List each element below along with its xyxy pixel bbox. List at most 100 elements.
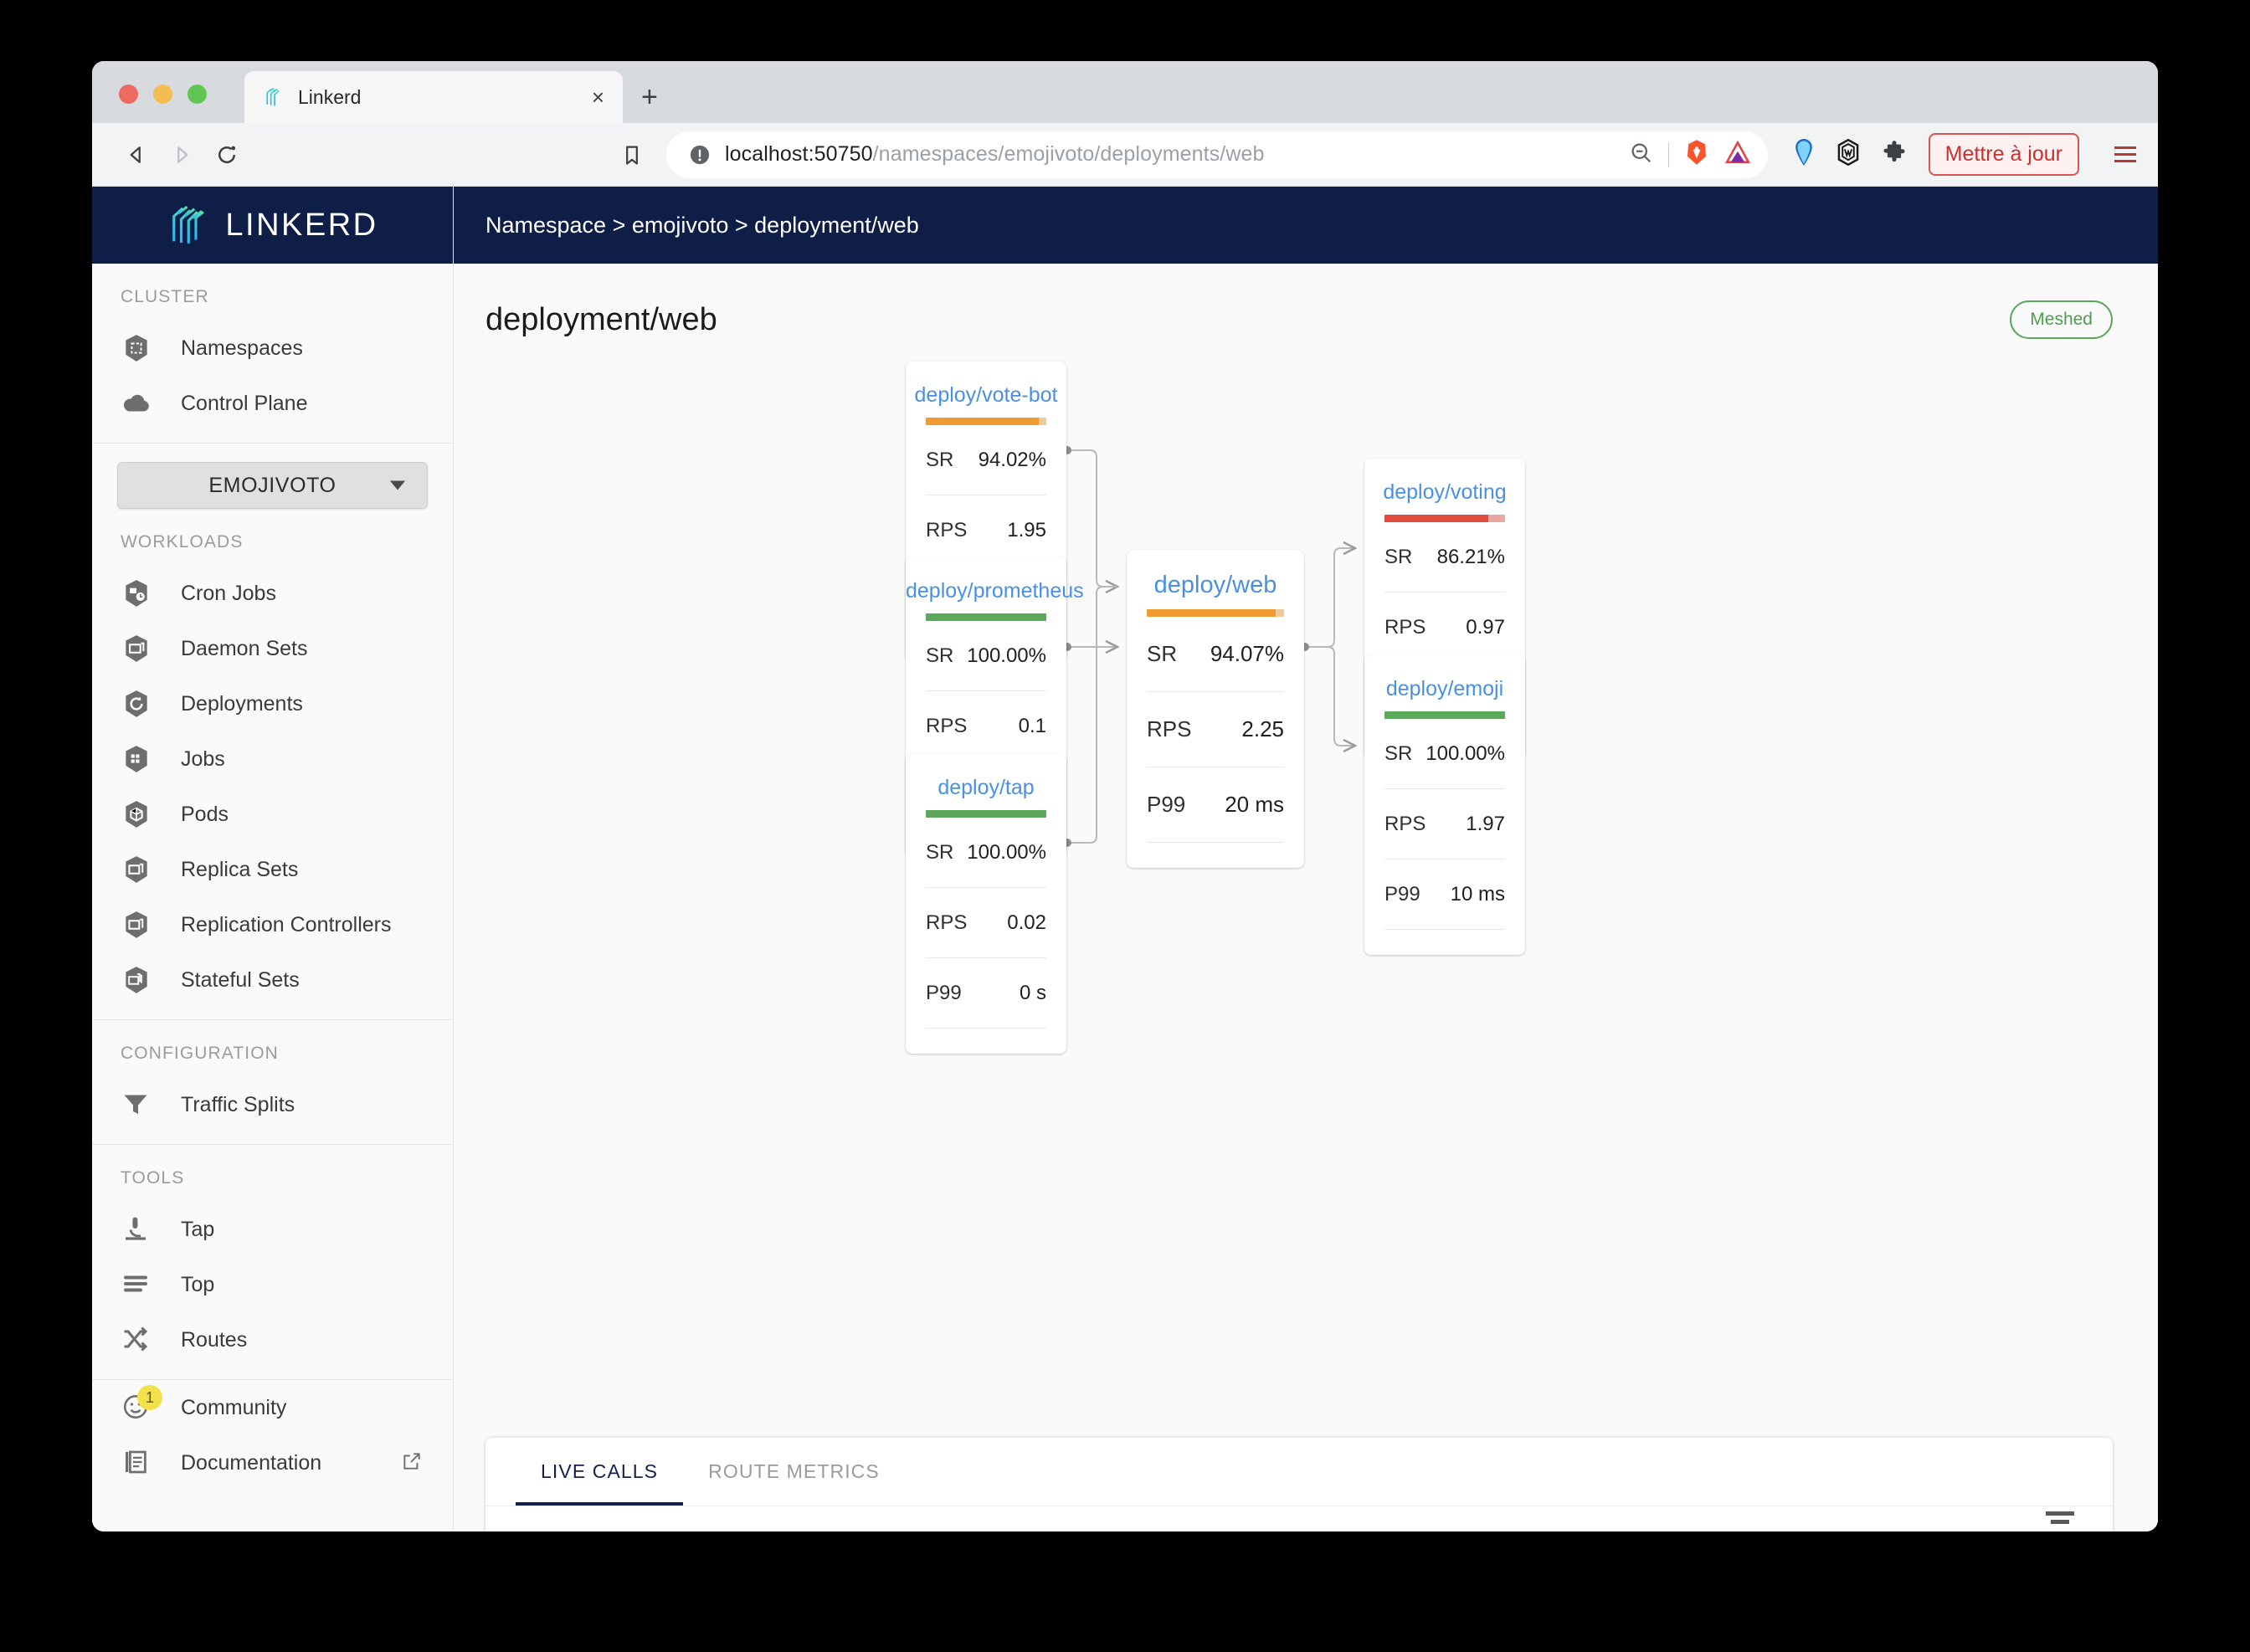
page-title: deployment/web (485, 301, 717, 337)
sidebar-item-community[interactable]: 1 Community (92, 1380, 453, 1435)
graph-node-web[interactable]: deploy/web SR 94.07% RPS 2.25 P99 20 ms (1127, 550, 1304, 868)
forward-icon[interactable] (159, 132, 204, 177)
metric-row: SR 100.00% (1384, 719, 1505, 789)
sidebar-item-documentation[interactable]: Documentation (92, 1435, 453, 1490)
info-circle-icon[interactable] (688, 143, 711, 167)
metric-label: RPS (926, 911, 968, 934)
metric-label: SR (926, 644, 954, 667)
graph-node-title[interactable]: deploy/voting (1364, 475, 1525, 515)
top-bar: Namespace > emojivoto > deployment/web (454, 187, 2158, 264)
sidebar-item-control-plane[interactable]: Control Plane (92, 376, 453, 431)
main-content: Namespace > emojivoto > deployment/web d… (454, 187, 2158, 1531)
success-rate-bar (1384, 515, 1505, 522)
minimize-window-button[interactable] (153, 85, 172, 104)
sidebar-item-label: Top (181, 1272, 215, 1296)
close-window-button[interactable] (119, 85, 138, 104)
sidebar-item-label: Control Plane (181, 391, 308, 415)
metric-value: 100.00% (967, 840, 1046, 864)
filter-list-icon[interactable] (2046, 1511, 2074, 1524)
metric-value: 1.95 (1007, 518, 1046, 541)
bottom-panel: LIVE CALLS ROUTE METRICS (485, 1438, 2113, 1531)
sidebar-item-label: Deployments (181, 691, 303, 716)
sidebar-item-tap[interactable]: Tap (92, 1202, 453, 1257)
graph-node-metrics: SR 100.00% RPS 1.97 P99 10 ms (1364, 719, 1525, 930)
metric-row: SR 94.07% (1147, 617, 1284, 692)
wallet-icon[interactable] (1836, 138, 1860, 170)
sidebar-brand-label: LINKERD (225, 207, 378, 243)
brave-rewards-icon[interactable] (1724, 140, 1751, 168)
sidebar-item-jobs[interactable]: Jobs (92, 731, 453, 787)
success-rate-bar (926, 613, 1046, 621)
metric-value: 10 ms (1450, 882, 1505, 906)
browser-tab-strip: Linkerd × + (92, 61, 2158, 123)
metric-label: RPS (1147, 716, 1192, 741)
sidebar-item-traffic-splits[interactable]: Traffic Splits (92, 1077, 453, 1132)
sidebar-section-workloads: WORKLOADS (121, 532, 244, 552)
sidebar-item-cron-jobs[interactable]: Cron Jobs (92, 566, 453, 621)
pod-icon (121, 798, 152, 830)
topology-graph: deploy/vote-botSR94.02%RPS1.95P9929 msde… (454, 339, 2158, 1531)
chevron-down-icon (390, 480, 405, 490)
namespace-select[interactable]: EMOJIVOTO (117, 462, 428, 509)
maximize-window-button[interactable] (188, 85, 207, 104)
browser-tab[interactable]: Linkerd × (244, 71, 623, 123)
sidebar-item-deployments[interactable]: Deployments (92, 676, 453, 731)
window-traffic-lights (119, 85, 207, 104)
metric-value: 0.02 (1007, 911, 1046, 934)
linkerd-logo-icon (167, 202, 213, 249)
metric-label: P99 (926, 981, 962, 1004)
url-text: localhost:50750/namespaces/emojivoto/dep… (725, 142, 1615, 167)
graph-node-metrics: SR 94.07% RPS 2.25 P99 20 ms (1127, 617, 1304, 843)
zoom-out-icon[interactable] (1628, 140, 1653, 169)
success-rate-bar (1147, 609, 1284, 617)
sidebar-item-daemon-sets[interactable]: Daemon Sets (92, 621, 453, 676)
sidebar-brand[interactable]: LINKERD (92, 187, 453, 264)
back-icon[interactable] (114, 132, 159, 177)
tab-route-metrics[interactable]: ROUTE METRICS (683, 1438, 905, 1506)
community-badge: 1 (137, 1385, 162, 1410)
graph-node-footer (906, 1029, 1066, 1054)
sidebar-item-routes[interactable]: Routes (92, 1312, 453, 1367)
brave-lion-icon[interactable] (1684, 139, 1709, 170)
sidebar-item-label: Routes (181, 1327, 248, 1352)
metric-value: 100.00% (967, 644, 1046, 667)
graph-node-title[interactable]: deploy/prometheus (906, 574, 1084, 613)
bookmark-icon[interactable] (609, 132, 655, 177)
cronjob-icon (121, 577, 152, 609)
sidebar-item-replication-controllers[interactable]: Replication Controllers (92, 897, 453, 952)
sidebar-section-tools: TOOLS (121, 1168, 185, 1188)
graph-node-title[interactable]: deploy/tap (906, 771, 1066, 810)
sidebar: LINKERD CLUSTER Namespaces Control Plane… (92, 187, 454, 1531)
metric-label: SR (926, 840, 954, 864)
breadcrumb[interactable]: Namespace > emojivoto > deployment/web (485, 213, 919, 239)
address-bar[interactable]: localhost:50750/namespaces/emojivoto/dep… (666, 131, 1768, 178)
sidebar-item-pods[interactable]: Pods (92, 787, 453, 842)
status-badge: Meshed (2010, 300, 2113, 339)
graph-node-title[interactable]: deploy/emoji (1364, 672, 1525, 711)
graph-node-emoji[interactable]: deploy/emoji SR 100.00% RPS 1.97 P99 10 ms (1364, 655, 1525, 955)
graph-node-title[interactable]: deploy/web (1127, 567, 1304, 609)
update-button[interactable]: Mettre à jour (1928, 133, 2079, 176)
sidebar-item-namespaces[interactable]: Namespaces (92, 321, 453, 376)
reload-icon[interactable] (204, 132, 249, 177)
graph-node-tap[interactable]: deploy/tap SR 100.00% RPS 0.02 P99 0 s (906, 754, 1066, 1054)
metric-row: SR 86.21% (1384, 522, 1505, 593)
new-tab-icon[interactable]: + (641, 83, 658, 111)
metric-value: 0.97 (1466, 615, 1505, 639)
replicationcontroller-icon (121, 909, 152, 941)
sidebar-item-stateful-sets[interactable]: Stateful Sets (92, 952, 453, 1008)
metric-row: RPS 2.25 (1147, 692, 1284, 767)
close-tab-icon[interactable]: × (588, 86, 608, 108)
metric-label: SR (1384, 741, 1413, 765)
vimium-icon[interactable] (1793, 139, 1815, 170)
sidebar-item-replica-sets[interactable]: Replica Sets (92, 842, 453, 897)
extensions-puzzle-icon[interactable] (1882, 140, 1907, 169)
graph-node-title[interactable]: deploy/vote-bot (906, 378, 1066, 418)
shuffle-icon (121, 1324, 152, 1356)
tab-live-calls[interactable]: LIVE CALLS (516, 1438, 684, 1506)
hamburger-menu-icon[interactable] (2114, 146, 2136, 162)
replicaset-icon (121, 854, 152, 885)
sidebar-item-top[interactable]: Top (92, 1257, 453, 1312)
external-link-icon (401, 1450, 423, 1476)
page-header: deployment/web Meshed (454, 264, 2158, 339)
